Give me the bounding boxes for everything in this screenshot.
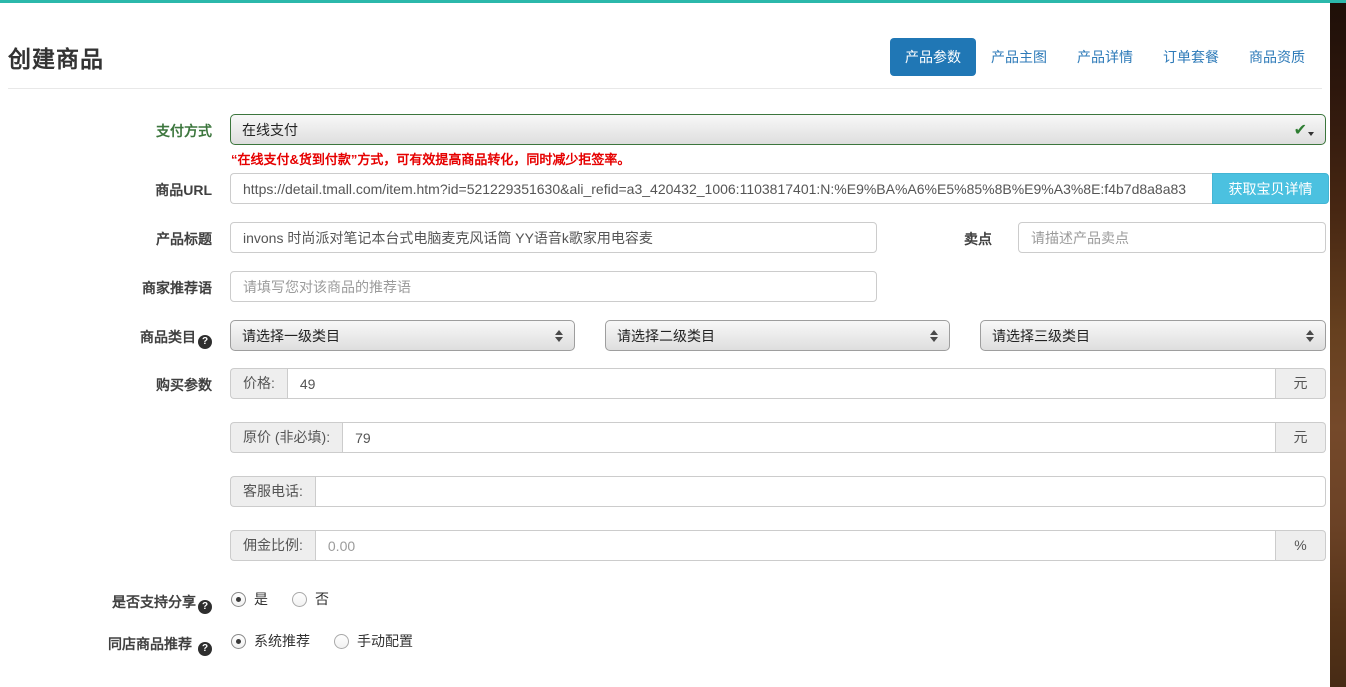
- payment-valid-indicator: [1294, 120, 1314, 140]
- share-radio-group: 是 否: [231, 589, 329, 609]
- same-store-recommend-row: 同店商品推荐 系统推荐 手动配置: [0, 627, 1330, 660]
- same-store-option-system[interactable]: 系统推荐: [231, 631, 310, 651]
- category-help-icon[interactable]: [198, 335, 212, 349]
- category-level1-value: 请选择一级类目: [242, 326, 340, 346]
- select-stepper-icon: [555, 330, 563, 342]
- category-level2-select[interactable]: 请选择二级类目: [605, 320, 950, 351]
- merchant-recommendation-input[interactable]: [230, 271, 877, 302]
- top-accent-bar: [0, 0, 1346, 3]
- merchant-recommendation-row: 商家推荐语: [0, 271, 1330, 304]
- same-store-help-icon[interactable]: [198, 642, 212, 656]
- product-url-label: 商品URL: [0, 180, 212, 200]
- original-price-unit-label: 元: [1276, 422, 1326, 453]
- category-level1-select[interactable]: 请选择一级类目: [230, 320, 575, 351]
- share-support-label: 是否支持分享: [0, 592, 212, 614]
- price-unit-label: 元: [1276, 368, 1326, 399]
- price-row: 购买参数 价格: 元: [0, 368, 1330, 401]
- product-title-row: 产品标题 卖点: [0, 222, 1330, 255]
- same-store-recommend-label-text: 同店商品推荐: [108, 636, 192, 652]
- category-level2-value: 请选择二级类目: [617, 326, 715, 346]
- commission-input-group: 佣金比例: %: [230, 530, 1326, 561]
- category-level3-select[interactable]: 请选择三级类目: [980, 320, 1326, 351]
- service-phone-row: 客服电话:: [0, 476, 1330, 509]
- commission-unit-label: %: [1276, 530, 1326, 561]
- share-option-yes-label: 是: [254, 589, 268, 609]
- commission-input[interactable]: [315, 530, 1276, 561]
- service-phone-input-group: 客服电话:: [230, 476, 1326, 507]
- share-help-icon[interactable]: [198, 600, 212, 614]
- share-option-yes[interactable]: 是: [231, 589, 268, 609]
- product-url-group: 获取宝贝详情: [230, 173, 1329, 204]
- payment-method-value: 在线支付: [242, 120, 298, 140]
- tab-order-package[interactable]: 订单套餐: [1148, 38, 1234, 76]
- product-url-input[interactable]: [230, 173, 1212, 204]
- header-divider: [8, 88, 1322, 89]
- merchant-recommendation-label: 商家推荐语: [0, 278, 212, 298]
- product-title-input[interactable]: [230, 222, 877, 253]
- check-success-icon: [1294, 120, 1307, 140]
- radio-unselected-icon[interactable]: [292, 592, 307, 607]
- category-label: 商品类目: [0, 327, 212, 349]
- purchase-params-label: 购买参数: [0, 375, 212, 395]
- selling-point-label: 卖点: [900, 229, 992, 249]
- radio-selected-icon[interactable]: [231, 634, 246, 649]
- share-support-row: 是否支持分享 是 否: [0, 585, 1330, 618]
- select-stepper-icon: [930, 330, 938, 342]
- original-price-input[interactable]: [342, 422, 1276, 453]
- fetch-item-detail-button[interactable]: 获取宝贝详情: [1212, 173, 1329, 204]
- commission-addon-label: 佣金比例:: [230, 530, 315, 561]
- share-option-no-label: 否: [315, 589, 329, 609]
- share-support-label-text: 是否支持分享: [112, 594, 196, 610]
- tab-product-qualification[interactable]: 商品资质: [1234, 38, 1320, 76]
- product-url-row: 商品URL 获取宝贝详情: [0, 173, 1330, 206]
- category-label-text: 商品类目: [140, 329, 196, 345]
- desktop-background-strip: [1330, 3, 1346, 687]
- category-row: 商品类目 请选择一级类目 请选择二级类目 请选择三级类目: [0, 320, 1330, 353]
- tab-product-main-image[interactable]: 产品主图: [976, 38, 1062, 76]
- category-level3-value: 请选择三级类目: [992, 326, 1090, 346]
- original-price-input-group: 原价 (非必填): 元: [230, 422, 1326, 453]
- product-title-label: 产品标题: [0, 229, 212, 249]
- tab-product-params[interactable]: 产品参数: [890, 38, 976, 76]
- same-store-radio-group: 系统推荐 手动配置: [231, 631, 413, 651]
- same-store-option-manual-label: 手动配置: [357, 631, 413, 651]
- page-title: 创建商品: [8, 40, 104, 74]
- share-option-no[interactable]: 否: [292, 589, 329, 609]
- same-store-option-system-label: 系统推荐: [254, 631, 310, 651]
- payment-help-text: “在线支付&货到付款”方式，可有效提高商品转化，同时减少拒签率。: [231, 149, 630, 168]
- price-input-group: 价格: 元: [230, 368, 1326, 399]
- select-stepper-icon: [1306, 330, 1314, 342]
- payment-method-row: 支付方式 在线支付: [0, 114, 1330, 147]
- price-addon-label: 价格:: [230, 368, 287, 399]
- original-price-row: 原价 (非必填): 元: [0, 422, 1330, 455]
- tab-product-detail[interactable]: 产品详情: [1062, 38, 1148, 76]
- payment-method-label: 支付方式: [0, 121, 212, 141]
- chevron-down-icon: [1308, 132, 1314, 136]
- payment-method-select[interactable]: 在线支付: [230, 114, 1326, 145]
- radio-unselected-icon[interactable]: [334, 634, 349, 649]
- service-phone-addon-label: 客服电话:: [230, 476, 315, 507]
- commission-row: 佣金比例: %: [0, 530, 1330, 563]
- same-store-recommend-label: 同店商品推荐: [0, 634, 212, 656]
- service-phone-input[interactable]: [315, 476, 1326, 507]
- original-price-addon-label: 原价 (非必填):: [230, 422, 342, 453]
- tab-nav: 产品参数 产品主图 产品详情 订单套餐 商品资质: [890, 38, 1320, 76]
- price-input[interactable]: [287, 368, 1276, 399]
- selling-point-input[interactable]: [1018, 222, 1326, 253]
- same-store-option-manual[interactable]: 手动配置: [334, 631, 413, 651]
- radio-selected-icon[interactable]: [231, 592, 246, 607]
